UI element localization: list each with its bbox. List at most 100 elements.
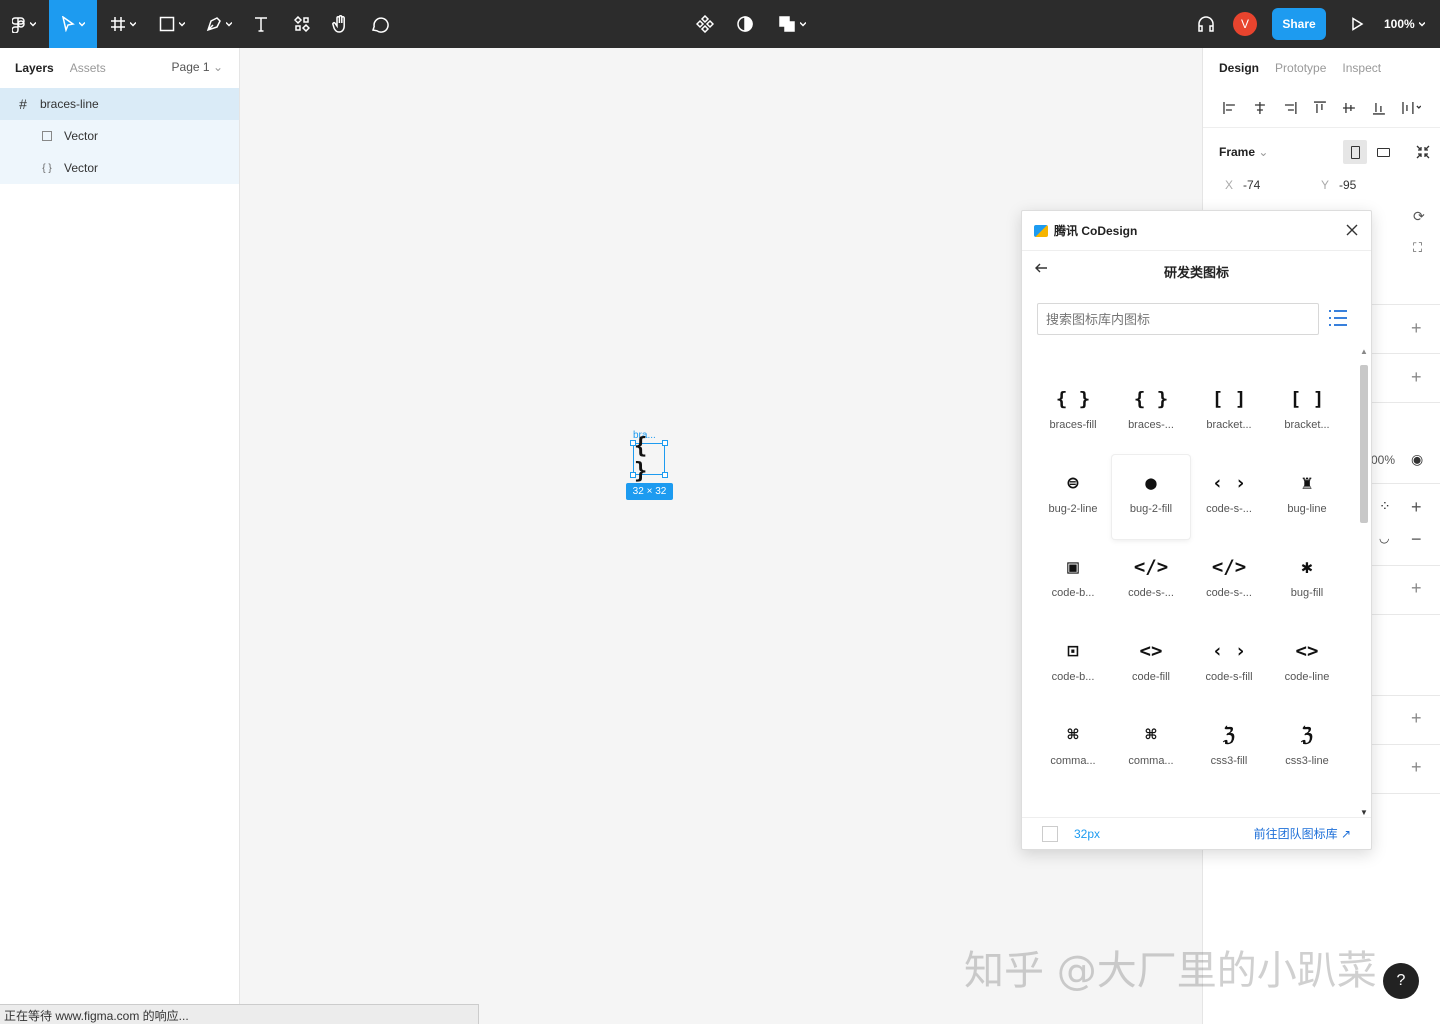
icon-cell[interactable]: ⊡ code-b... <box>1034 623 1112 707</box>
portrait-button[interactable] <box>1343 140 1367 164</box>
team-library-link[interactable]: 前往团队图标库 ↗ <box>1254 825 1351 842</box>
move-tool-button[interactable] <box>49 0 97 48</box>
mask-button[interactable] <box>729 0 761 48</box>
tab-assets[interactable]: Assets <box>70 61 106 75</box>
icon-search-input[interactable] <box>1037 303 1319 335</box>
tab-design[interactable]: Design <box>1219 61 1259 75</box>
icon-cell[interactable]: ⌘ comma... <box>1112 707 1190 791</box>
page-selector[interactable]: Page 1 ⌄ <box>172 60 223 74</box>
remove-fill-button[interactable]: − <box>1411 529 1422 550</box>
resize-handle[interactable] <box>662 472 668 478</box>
scroll-down-icon[interactable]: ▼ <box>1360 808 1368 817</box>
chevron-down-icon <box>226 21 232 27</box>
shape-tool-button[interactable] <box>152 0 192 48</box>
boolean-button[interactable] <box>770 0 814 48</box>
corner-radius-icon[interactable]: ⛶ <box>1413 240 1422 256</box>
icon-cell[interactable]: ♜ bug-line <box>1268 455 1346 539</box>
resources-button[interactable] <box>286 0 318 48</box>
layer-row-frame[interactable]: # braces-line <box>0 88 239 120</box>
icon-cell[interactable]: </> code-s-... <box>1112 539 1190 623</box>
zoom-menu[interactable]: 100% <box>1384 0 1425 48</box>
pen-tool-button[interactable] <box>199 0 239 48</box>
icon-cell[interactable]: </> code-s-... <box>1190 539 1268 623</box>
icon-preview: ⊜ <box>1067 472 1079 494</box>
y-field[interactable]: -95 <box>1339 178 1356 192</box>
add-fill-button[interactable]: + <box>1411 497 1422 518</box>
frame-tool-button[interactable] <box>103 0 143 48</box>
scrollbar[interactable]: ▲ ▼ <box>1357 347 1371 817</box>
resize-handle[interactable] <box>630 440 636 446</box>
distribute-icon[interactable] <box>1401 100 1421 116</box>
add-layout-grid-button[interactable]: + <box>1411 367 1422 388</box>
align-bottom-icon[interactable] <box>1371 100 1387 116</box>
comment-tool-button[interactable] <box>364 0 396 48</box>
align-right-icon[interactable] <box>1282 100 1298 116</box>
align-center-v-icon[interactable] <box>1341 100 1357 116</box>
hidden-eye-icon[interactable]: ◡ <box>1379 531 1389 545</box>
icon-cell[interactable]: ● bug-2-fill <box>1112 455 1190 539</box>
tab-layers[interactable]: Layers <box>15 61 54 75</box>
tab-prototype[interactable]: Prototype <box>1275 61 1326 75</box>
icon-cell[interactable]: ▣ code-b... <box>1034 539 1112 623</box>
frame-preset-menu[interactable]: Frame ⌄ <box>1219 145 1268 159</box>
audio-button[interactable] <box>1190 0 1222 48</box>
opacity-field[interactable]: 00% <box>1371 453 1395 467</box>
icon-cell[interactable]: <> code-fill <box>1112 623 1190 707</box>
team-library-link-label: 前往团队图标库 <box>1253 827 1338 841</box>
icon-cell[interactable]: ⌘ comma... <box>1034 707 1112 791</box>
icon-cell[interactable]: { } braces-fill <box>1034 371 1112 455</box>
cursor-icon <box>61 16 75 32</box>
x-field[interactable]: -74 <box>1243 178 1260 192</box>
resize-handle[interactable] <box>662 440 668 446</box>
eye-icon[interactable]: ◉ <box>1411 451 1423 468</box>
icon-cell[interactable]: ℨcss3-line <box>1268 707 1346 791</box>
icon-cell[interactable]: ⊜ bug-2-line <box>1034 455 1112 539</box>
resize-handle[interactable] <box>630 472 636 478</box>
user-avatar[interactable]: V <box>1233 12 1257 36</box>
align-left-icon[interactable] <box>1222 100 1238 116</box>
styles-icon[interactable]: ⁘ <box>1379 498 1391 515</box>
icon-preview: ● <box>1145 472 1157 494</box>
landscape-button[interactable] <box>1371 140 1395 164</box>
tab-inspect[interactable]: Inspect <box>1342 61 1381 75</box>
present-button[interactable] <box>1341 0 1373 48</box>
scroll-up-icon[interactable]: ▲ <box>1360 347 1368 356</box>
icon-preview: [ ] <box>1211 388 1247 410</box>
create-component-button[interactable] <box>689 0 721 48</box>
icon-cell[interactable]: ✱ bug-fill <box>1268 539 1346 623</box>
share-button[interactable]: Share <box>1272 8 1326 40</box>
add-export-button[interactable]: + <box>1411 757 1422 778</box>
help-button[interactable]: ? <box>1383 963 1419 999</box>
external-link-icon: ↗ <box>1340 827 1351 841</box>
align-center-h-icon[interactable] <box>1252 100 1268 116</box>
add-stroke-button[interactable]: + <box>1411 578 1422 599</box>
text-tool-button[interactable] <box>245 0 277 48</box>
selected-frame[interactable]: { } <box>633 434 665 484</box>
icon-preview: <> <box>1295 640 1319 662</box>
scrollbar-thumb[interactable] <box>1360 365 1368 523</box>
list-view-icon[interactable] <box>1328 309 1348 327</box>
back-arrow-icon[interactable] <box>1034 261 1048 275</box>
layer-row-vector[interactable]: { } Vector <box>0 152 239 184</box>
icon-cell[interactable]: { } braces-... <box>1112 371 1190 455</box>
close-icon[interactable] <box>1345 223 1359 237</box>
icon-cell[interactable]: <> code-line <box>1268 623 1346 707</box>
icon-cell[interactable]: ‹ › code-s-fill <box>1190 623 1268 707</box>
select-checkbox[interactable] <box>1042 825 1058 842</box>
align-top-icon[interactable] <box>1312 100 1328 116</box>
icon-cell[interactable]: ‹ › code-s-... <box>1190 455 1268 539</box>
add-auto-layout-button[interactable]: + <box>1411 318 1422 339</box>
braces-icon: { } <box>42 162 52 174</box>
hand-tool-button[interactable] <box>324 0 356 48</box>
icon-cell[interactable]: ℨcss3-fill <box>1190 707 1268 791</box>
icon-size-select[interactable]: 32px <box>1074 827 1100 841</box>
add-effect-button[interactable]: + <box>1411 708 1422 729</box>
icon-preview: ℨ <box>1301 724 1313 746</box>
icon-label: bracket... <box>1206 419 1252 431</box>
resize-to-fit-button[interactable] <box>1411 140 1435 164</box>
rotate-icon[interactable]: ⟳ <box>1413 208 1425 225</box>
icon-cell[interactable]: [ ] bracket... <box>1268 371 1346 455</box>
main-menu-button[interactable] <box>0 0 48 48</box>
layer-row-vector[interactable]: Vector <box>0 120 239 152</box>
icon-cell[interactable]: [ ] bracket... <box>1190 371 1268 455</box>
